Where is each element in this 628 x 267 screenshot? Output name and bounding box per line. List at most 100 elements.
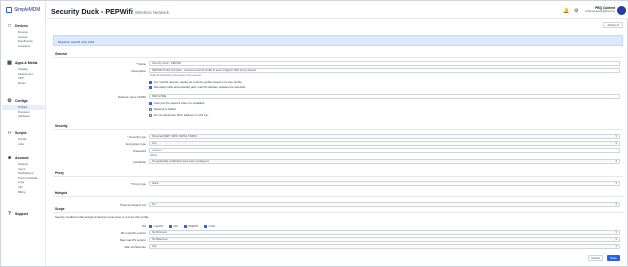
- option-label: Do not randomize MAC address on iOS 14+: [154, 113, 209, 117]
- nav-head-label: Account: [15, 156, 29, 160]
- auto-join-option[interactable]: Auto join the network when it is availab…: [149, 101, 204, 105]
- avatar[interactable]: [617, 6, 626, 15]
- security-type-label: * Security type: [127, 135, 146, 139]
- nav-head-scripts[interactable]: ‹› Scripts: [7, 129, 27, 137]
- certificate-label: Certificate: [132, 160, 146, 164]
- bell-icon[interactable]: 🔔: [563, 8, 569, 14]
- top-bar: Security Duck - PEPWifi Wireless Network…: [47, 2, 628, 19]
- checkbox-checked[interactable]: [149, 80, 152, 84]
- show-password-link[interactable]: Show: [150, 154, 157, 157]
- nav-head-label: Scripts: [15, 131, 27, 135]
- sidebar-item-attributes[interactable]: Attributes: [7, 114, 46, 119]
- description-label: Description: [131, 69, 146, 73]
- proxy-type-select[interactable]: None: [149, 181, 620, 186]
- actions-button[interactable]: Actions ▾: [603, 22, 623, 28]
- max-version-label: Max macOS version: [119, 238, 146, 242]
- os-option-ios[interactable]: iOS: [168, 224, 178, 228]
- checkbox-unchecked[interactable]: [149, 113, 152, 117]
- os-label: OS: [141, 224, 146, 228]
- min-version-label: Min macOS version: [120, 231, 146, 235]
- section-scope-title: Scope: [55, 207, 65, 211]
- divider: [53, 212, 623, 213]
- option-label: For macOS devices, deploy as a device pr…: [154, 80, 243, 84]
- checkbox-checked[interactable]: [168, 224, 172, 228]
- user-icon: ☻: [7, 154, 13, 161]
- nav-head-label: Devices: [15, 24, 28, 28]
- os-option-label: iPadOS: [188, 224, 199, 228]
- profile-form: Required: macOS, iOS, tvOS General * Nam…: [53, 35, 623, 265]
- option-label: Reinstall profile automatically after ma…: [154, 85, 246, 89]
- name-label: * Name: [136, 62, 146, 66]
- sidebar-item-munki[interactable]: Munki: [7, 81, 37, 86]
- divider: [53, 57, 623, 58]
- nav-group-apps: ▦ Apps & Media Catalog Assignment VPP Mu…: [7, 59, 37, 85]
- gear-icon: ⚙: [7, 97, 12, 104]
- device-profile-option[interactable]: For macOS devices, deploy as a device pr…: [149, 80, 242, 84]
- sidebar-item-jobs[interactable]: Jobs: [7, 142, 27, 147]
- os-option-tvos[interactable]: tvOS: [204, 224, 215, 228]
- certificate-select[interactable]: No applicable certificates have been con…: [149, 159, 620, 164]
- nav-head-apps[interactable]: ▦ Apps & Media: [7, 59, 37, 67]
- help-icon: ?: [7, 210, 12, 217]
- nav-group-support: ? Support: [7, 210, 28, 218]
- nav-head-support[interactable]: ? Support: [7, 210, 28, 218]
- nav-head-label: Configs: [15, 99, 28, 103]
- password-input[interactable]: ••••••••••: [149, 148, 620, 153]
- os-option-label: iOS: [173, 224, 178, 228]
- max-version-select[interactable]: No Maximum: [149, 237, 620, 242]
- sidebar-item-billing[interactable]: Billing: [7, 190, 38, 195]
- checkbox-unchecked[interactable]: [149, 107, 152, 111]
- hotspot-select[interactable]: No: [149, 202, 620, 207]
- os-option-macos[interactable]: macOS: [149, 224, 163, 228]
- security-type-select[interactable]: Personal WEP / WPA / WPA2 / WPA3: [149, 134, 620, 139]
- section-hotspot-title: Hotspot: [55, 191, 68, 195]
- option-label: Auto join the network when it is availab…: [154, 101, 205, 105]
- proxy-type-label: * Proxy type: [130, 182, 146, 186]
- name-input[interactable]: Security Duck - PEPWifi: [149, 61, 620, 66]
- settings-gear-icon[interactable]: ⚙: [574, 8, 578, 14]
- page-title: Security Duck - PEPWifi Wireless Network: [51, 7, 169, 16]
- logo-icon: [6, 7, 12, 13]
- checkbox-checked[interactable]: [184, 224, 187, 228]
- user-email: andrew.pepper@pbq.com: [585, 10, 615, 13]
- checkbox-checked[interactable]: [149, 85, 152, 89]
- encryption-select[interactable]: Any: [149, 141, 620, 146]
- section-general-title: General: [55, 52, 67, 56]
- app-window: SimpleMDM □ Devices Devices Groups Enrol…: [0, 0, 628, 267]
- divider: [53, 176, 623, 177]
- checkbox-checked[interactable]: [149, 224, 152, 228]
- os-option-ipados[interactable]: iPadOS: [184, 224, 198, 228]
- info-banner-text: Required: macOS, iOS, tvOS: [58, 40, 95, 44]
- sidebar-item-locations[interactable]: Locations: [7, 44, 33, 49]
- nav-group-scripts: ‹› Scripts Scripts Jobs: [7, 129, 27, 146]
- description-help: Optional description presented to the en…: [150, 74, 202, 77]
- nav-head-account[interactable]: ☻ Account: [7, 154, 38, 162]
- option-label: Network is hidden: [154, 107, 177, 111]
- brand-name: SimpleMDM: [14, 7, 41, 13]
- hidden-network-option[interactable]: Network is hidden: [149, 107, 176, 111]
- nav-head-devices[interactable]: □ Devices: [7, 22, 33, 30]
- nav-head-configs[interactable]: ⚙ Configs: [7, 97, 46, 105]
- checkbox-checked[interactable]: [204, 224, 208, 228]
- save-button[interactable]: Save: [607, 255, 620, 261]
- description-input[interactable]: PEPWifi Profile Template - wireless netw…: [149, 68, 620, 73]
- reinstall-option[interactable]: Reinstall profile automatically after ma…: [149, 85, 246, 89]
- grid-icon: ▦: [7, 59, 12, 66]
- divider: [53, 196, 623, 197]
- min-version-select[interactable]: No Minimum: [149, 230, 620, 235]
- nav-group-configs: ⚙ Configs Profiles Provision Attributes: [2, 97, 46, 119]
- nav-group-account: ☻ Account Settings Users Notifications P…: [7, 154, 38, 194]
- architecture-select[interactable]: Any: [149, 244, 620, 249]
- monitor-icon: □: [7, 22, 12, 29]
- architecture-label: Mac architecture: [124, 245, 146, 249]
- sidebar: SimpleMDM □ Devices Devices Groups Enrol…: [2, 2, 46, 266]
- private-mac-option[interactable]: Do not randomize MAC address on iOS 14+: [149, 113, 209, 117]
- user-menu[interactable]: PBQ Content andrew.pepper@pbq.com: [585, 6, 615, 13]
- divider: [53, 129, 623, 130]
- code-icon: ‹›: [7, 129, 12, 136]
- cancel-button[interactable]: Cancel: [588, 255, 603, 261]
- brand-logo[interactable]: SimpleMDM: [6, 7, 40, 13]
- checkbox-checked[interactable]: [149, 101, 152, 105]
- os-option-label: tvOS: [208, 224, 215, 228]
- ssid-input[interactable]: PEP-HOME: [149, 94, 620, 99]
